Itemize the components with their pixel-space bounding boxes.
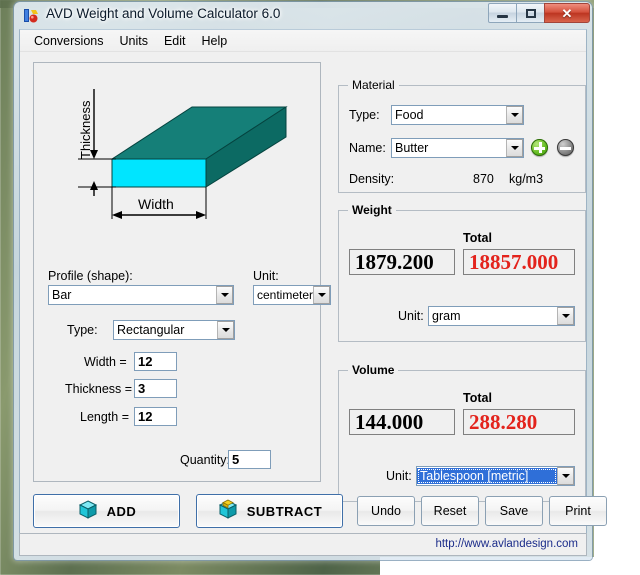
material-name-value: Butter	[395, 141, 429, 155]
shape-unit-value: centimeter	[257, 288, 313, 302]
weight-unit-label: Unit:	[398, 309, 424, 323]
window-controls: ✕	[488, 3, 590, 23]
print-button[interactable]: Print	[549, 496, 607, 526]
application-window: AVD Weight and Volume Calculator 6.0 ✕ C…	[14, 2, 607, 560]
profile-label: Profile (shape):	[48, 269, 133, 283]
cube-open-icon	[217, 499, 239, 524]
weight-total-value: 18857.000	[463, 249, 575, 275]
chevron-down-icon[interactable]	[313, 286, 330, 304]
status-bar: http://www.avlandesign.com	[19, 533, 587, 556]
chevron-down-icon[interactable]	[216, 286, 233, 304]
shape-type-select[interactable]: Rectangular	[113, 320, 235, 340]
menu-bar: Conversions Units Edit Help	[20, 30, 586, 52]
chevron-down-icon[interactable]	[506, 106, 523, 124]
undo-button-label: Undo	[371, 504, 401, 518]
weight-value: 1879.200	[349, 249, 455, 275]
chevron-down-icon[interactable]	[557, 307, 574, 325]
profile-value: Bar	[52, 288, 72, 302]
shape-unit-select[interactable]: centimeter	[253, 285, 331, 305]
quantity-label: Quantity:	[180, 453, 231, 467]
profile-select[interactable]: Bar	[48, 285, 234, 305]
density-value: 870	[473, 172, 494, 186]
reset-button[interactable]: Reset	[421, 496, 479, 526]
close-button[interactable]: ✕	[544, 3, 590, 23]
chevron-down-icon[interactable]	[217, 321, 234, 339]
cube-icon	[77, 499, 99, 524]
desktop-blank-right	[594, 0, 640, 575]
thickness-input[interactable]	[134, 379, 177, 398]
material-name-select[interactable]: Butter	[391, 138, 524, 158]
volume-total-value: 288.280	[463, 409, 575, 435]
width-label: Width =	[84, 355, 127, 369]
diagram-thickness-label: Thickness	[78, 100, 93, 159]
title-bar[interactable]: AVD Weight and Volume Calculator 6.0 ✕	[14, 2, 592, 29]
close-icon: ✕	[561, 5, 573, 21]
chevron-down-icon[interactable]	[506, 139, 523, 157]
length-label: Length =	[80, 410, 130, 424]
material-type-value: Food	[395, 108, 424, 122]
volume-value: 144.000	[349, 409, 455, 435]
action-button-row: ADD SUBTRACT Undo Reset Save Print	[33, 494, 607, 530]
shape-diagram: Thickness Width	[34, 63, 320, 263]
minimize-button[interactable]	[488, 3, 517, 23]
weight-unit-value: gram	[432, 309, 461, 323]
weight-unit-select[interactable]: gram	[428, 306, 575, 326]
volume-unit-select[interactable]: Tablespoon [metric]	[416, 466, 575, 486]
maximize-icon	[525, 8, 536, 18]
shape-unit-label: Unit:	[253, 269, 279, 283]
volume-unit-label: Unit:	[386, 469, 412, 483]
subtract-button-label: SUBTRACT	[246, 503, 323, 519]
reset-button-label: Reset	[433, 504, 467, 518]
material-type-select[interactable]: Food	[391, 105, 524, 125]
plus-bar-v	[538, 142, 542, 153]
volume-unit-value: Tablespoon [metric]	[417, 468, 557, 484]
undo-button[interactable]: Undo	[357, 496, 415, 526]
length-input[interactable]	[134, 407, 177, 426]
width-input[interactable]	[134, 352, 177, 371]
client-area: Conversions Units Edit Help Thickness Wi…	[19, 29, 607, 554]
density-units: kg/m3	[509, 172, 544, 186]
website-link[interactable]: http://www.avlandesign.com	[435, 538, 578, 550]
screen: AVD Weight and Volume Calculator 6.0 ✕ C…	[0, 0, 640, 575]
minimize-icon	[497, 15, 508, 18]
menu-item-units[interactable]: Units	[111, 32, 155, 50]
print-button-label: Print	[565, 504, 591, 518]
app-icon	[23, 8, 40, 24]
shape-type-value: Rectangular	[117, 323, 185, 337]
density-label: Density:	[349, 172, 395, 186]
menu-item-edit[interactable]: Edit	[156, 32, 194, 50]
material-group-title: Material	[348, 78, 399, 92]
maximize-button[interactable]	[516, 3, 545, 23]
plus-circle-icon[interactable]	[531, 139, 548, 156]
diagram-width-label: Width	[138, 196, 174, 212]
menu-item-conversions[interactable]: Conversions	[26, 32, 111, 50]
minus-bar-h	[560, 146, 571, 150]
menu-item-help[interactable]: Help	[194, 32, 236, 50]
subtract-button[interactable]: SUBTRACT	[196, 494, 343, 528]
weight-total-caption: Total	[463, 231, 492, 245]
quantity-input[interactable]	[228, 450, 271, 469]
add-button-label: ADD	[106, 503, 137, 519]
material-type-label: Type:	[349, 108, 380, 122]
minus-circle-icon[interactable]	[557, 139, 574, 156]
save-button-label: Save	[499, 504, 529, 518]
thickness-label: Thickness =	[65, 382, 133, 396]
material-group: Material Type: Food Name: Butter Density…	[338, 78, 586, 193]
shape-type-label: Type:	[67, 323, 98, 337]
weight-group-title: Weight	[348, 203, 396, 217]
window-title: AVD Weight and Volume Calculator 6.0	[46, 6, 281, 21]
chevron-down-icon[interactable]	[557, 467, 574, 485]
material-name-label: Name:	[349, 141, 386, 155]
weight-group: Weight Total 1879.200 18857.000 Unit: gr…	[338, 203, 586, 342]
save-button[interactable]: Save	[485, 496, 543, 526]
volume-total-caption: Total	[463, 391, 492, 405]
volume-group: Volume Total 144.000 288.280 Unit: Table…	[338, 363, 586, 502]
shape-panel: Thickness Width Profile (shape): Bar Uni…	[33, 62, 331, 482]
volume-group-title: Volume	[348, 363, 399, 377]
add-button[interactable]: ADD	[33, 494, 180, 528]
